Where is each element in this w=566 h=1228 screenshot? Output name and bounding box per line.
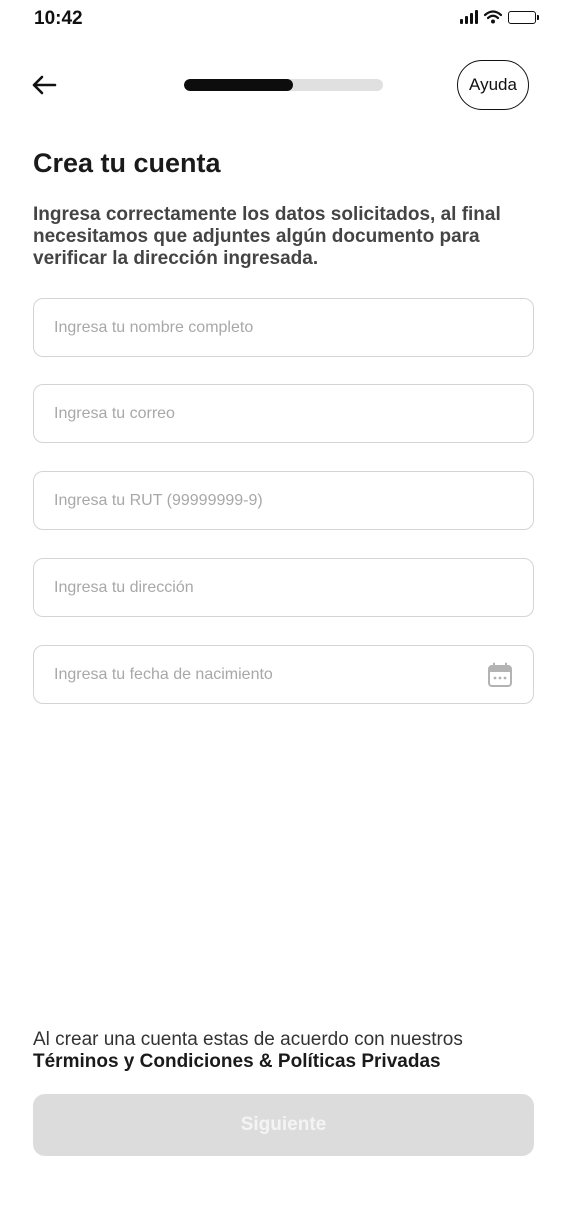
next-button[interactable]: Siguiente xyxy=(33,1094,534,1156)
email-field[interactable] xyxy=(33,384,534,443)
progress-bar xyxy=(184,79,383,91)
full-name-field[interactable] xyxy=(33,298,534,357)
progress-fill xyxy=(184,79,294,91)
address-input[interactable] xyxy=(34,559,533,616)
calendar-icon[interactable] xyxy=(487,662,513,688)
birthdate-field[interactable] xyxy=(33,645,534,704)
help-button[interactable]: Ayuda xyxy=(457,60,529,110)
arrow-left-icon xyxy=(32,75,57,95)
rut-field[interactable] xyxy=(33,471,534,530)
terms-text: Al crear una cuenta estas de acuerdo con… xyxy=(33,1029,543,1073)
birthdate-input[interactable] xyxy=(34,646,533,703)
terms-intro: Al crear una cuenta estas de acuerdo con… xyxy=(33,1029,463,1050)
email-input[interactable] xyxy=(34,385,533,442)
signal-icon xyxy=(460,10,478,24)
page-description: Ingresa correctamente los datos solicita… xyxy=(33,204,501,269)
back-button[interactable] xyxy=(28,69,60,101)
top-bar: Ayuda xyxy=(0,55,566,115)
status-icons xyxy=(460,10,539,24)
status-time: 10:42 xyxy=(34,8,83,29)
full-name-input[interactable] xyxy=(34,299,533,356)
status-bar: 10:42 xyxy=(0,0,566,40)
battery-icon xyxy=(508,10,539,24)
address-field[interactable] xyxy=(33,558,534,617)
rut-input[interactable] xyxy=(34,472,533,529)
terms-link[interactable]: Términos y Condiciones & Políticas Priva… xyxy=(33,1051,543,1073)
wifi-icon xyxy=(484,10,502,24)
page-title: Crea tu cuenta xyxy=(33,148,221,178)
